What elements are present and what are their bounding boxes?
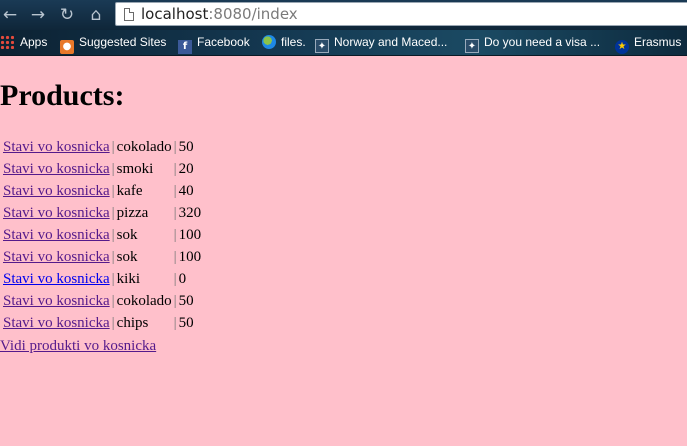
table-row: Stavi vo kosnicka | kafe | 40: [3, 180, 201, 202]
bookmark-label: Suggested Sites: [79, 35, 167, 49]
separator: |: [173, 139, 177, 155]
product-price: 100: [178, 249, 202, 265]
bookmark-label: Do you need a visa ...: [484, 35, 601, 49]
separator: |: [111, 183, 115, 199]
bookmark-erasmus[interactable]: ★ Erasmus: [615, 33, 682, 54]
product-price: 50: [178, 293, 194, 309]
product-price: 50: [178, 139, 194, 155]
bookmark-apps[interactable]: Apps: [0, 33, 47, 51]
separator: |: [173, 293, 177, 309]
table-row: Stavi vo kosnicka | kiki | 0: [3, 268, 201, 290]
eu-flag-icon: ★: [615, 40, 629, 54]
product-name: smoki: [116, 161, 154, 177]
separator: |: [111, 227, 115, 243]
bookmark-suggested-sites[interactable]: ● Suggested Sites: [60, 33, 167, 54]
separator: |: [173, 271, 177, 287]
product-name: kiki: [116, 271, 141, 287]
url-path: :8080/index: [208, 5, 298, 23]
product-price: 50: [178, 315, 194, 331]
table-row: Stavi vo kosnicka | cokolado | 50: [3, 136, 201, 158]
bookmark-label: Erasmus: [634, 35, 682, 49]
norway-icon: ✦: [315, 39, 329, 53]
product-name: sok: [116, 249, 138, 265]
browser-toolbar: ← → ↻ ⌂ localhost:8080/index: [0, 0, 687, 30]
product-name: sok: [116, 227, 138, 243]
separator: |: [111, 293, 115, 309]
separator: |: [173, 161, 177, 177]
separator: |: [173, 227, 177, 243]
back-arrow-icon[interactable]: ←: [0, 5, 20, 25]
reload-icon[interactable]: ↻: [57, 5, 77, 25]
table-row: Stavi vo kosnicka | sok | 100: [3, 224, 201, 246]
product-price: 20: [178, 161, 194, 177]
bookmark-norway-macedonia[interactable]: ✦ Norway and Maced...: [315, 33, 448, 53]
separator: |: [111, 161, 115, 177]
bookmark-files[interactable]: files.: [262, 33, 306, 51]
separator: |: [173, 183, 177, 199]
page-icon: [124, 8, 134, 21]
add-to-cart-link[interactable]: Stavi vo kosnicka: [3, 271, 110, 287]
bookmark-label: Norway and Maced...: [334, 35, 448, 49]
products-table: Stavi vo kosnicka | cokolado | 50 Stavi …: [1, 136, 203, 334]
add-to-cart-link[interactable]: Stavi vo kosnicka: [3, 293, 110, 309]
bookmark-label: files.: [281, 35, 306, 49]
address-bar[interactable]: localhost:8080/index: [115, 2, 687, 26]
product-name: cokolado: [116, 293, 172, 309]
product-name: chips: [116, 315, 149, 331]
facebook-icon: f: [178, 40, 192, 54]
add-to-cart-link[interactable]: Stavi vo kosnicka: [3, 249, 110, 265]
bookmarks-bar: Apps ● Suggested Sites f Facebook files. ✦…: [0, 30, 687, 56]
add-to-cart-link[interactable]: Stavi vo kosnicka: [3, 183, 110, 199]
view-cart-link[interactable]: Vidi produkti vo kosnicka: [0, 336, 156, 356]
suggested-sites-icon: ●: [60, 40, 74, 54]
product-name: pizza: [116, 205, 149, 221]
product-name: cokolado: [116, 139, 172, 155]
product-price: 40: [178, 183, 194, 199]
separator: |: [173, 249, 177, 265]
separator: |: [111, 139, 115, 155]
forward-arrow-icon[interactable]: →: [28, 5, 48, 25]
separator: |: [111, 249, 115, 265]
separator: |: [173, 315, 177, 331]
table-row: Stavi vo kosnicka | chips | 50: [3, 312, 201, 334]
add-to-cart-link[interactable]: Stavi vo kosnicka: [3, 161, 110, 177]
separator: |: [111, 205, 115, 221]
add-to-cart-link[interactable]: Stavi vo kosnicka: [3, 139, 110, 155]
separator: |: [111, 271, 115, 287]
bookmark-facebook[interactable]: f Facebook: [178, 33, 250, 54]
apps-grid-icon: [0, 35, 14, 49]
product-price: 320: [178, 205, 202, 221]
url-text: localhost:8080/index: [141, 5, 298, 23]
add-to-cart-link[interactable]: Stavi vo kosnicka: [3, 205, 110, 221]
add-to-cart-link[interactable]: Stavi vo kosnicka: [3, 227, 110, 243]
globe-icon: [262, 35, 276, 49]
visa-icon: ✦: [465, 39, 479, 53]
bookmark-label: Apps: [20, 35, 48, 49]
separator: |: [111, 315, 115, 331]
bookmark-visa[interactable]: ✦ Do you need a visa ...: [465, 33, 601, 53]
product-price: 100: [178, 227, 202, 243]
page-title: Products:: [0, 79, 125, 112]
separator: |: [173, 205, 177, 221]
product-price: 0: [178, 271, 187, 287]
table-row: Stavi vo kosnicka | cokolado | 50: [3, 290, 201, 312]
product-name: kafe: [116, 183, 143, 199]
table-row: Stavi vo kosnicka | sok | 100: [3, 246, 201, 268]
url-host: localhost: [141, 5, 209, 23]
bookmark-label: Facebook: [197, 35, 250, 49]
table-row: Stavi vo kosnicka | pizza | 320: [3, 202, 201, 224]
home-icon[interactable]: ⌂: [86, 5, 106, 25]
table-row: Stavi vo kosnicka | smoki | 20: [3, 158, 201, 180]
add-to-cart-link[interactable]: Stavi vo kosnicka: [3, 315, 110, 331]
